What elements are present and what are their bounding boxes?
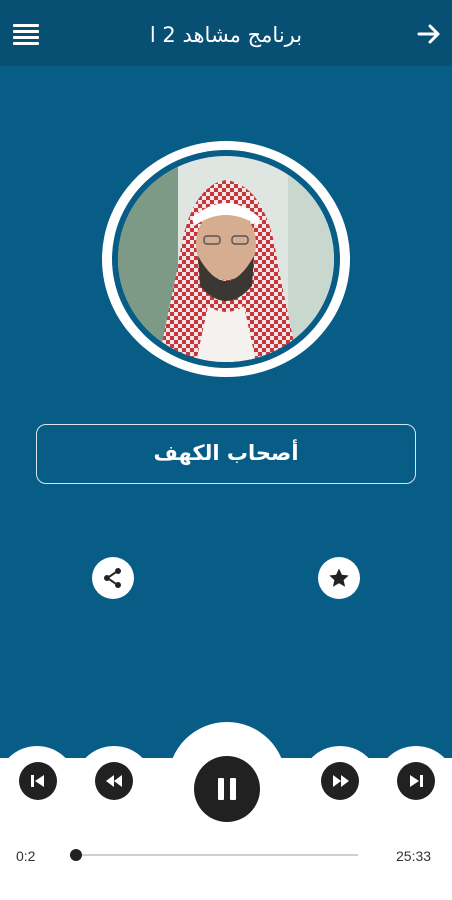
star-icon — [329, 568, 349, 587]
fast-forward-icon — [333, 775, 349, 787]
total-time: 25:33 — [396, 848, 432, 864]
share-button[interactable] — [92, 557, 134, 599]
skip-previous-icon — [31, 775, 44, 787]
skip-previous-button[interactable] — [19, 762, 57, 800]
current-time: 0:2 — [16, 848, 36, 864]
fast-forward-button[interactable] — [321, 762, 359, 800]
page-title: برنامج مشاهد 2 ا — [149, 23, 303, 47]
rewind-button[interactable] — [95, 762, 133, 800]
speaker-avatar — [102, 141, 350, 377]
favorite-button[interactable] — [318, 557, 360, 599]
app-bar: برنامج مشاهد 2 ا — [0, 0, 452, 66]
speaker-photo — [118, 156, 334, 362]
seek-bar[interactable] — [76, 854, 358, 856]
back-arrow-icon[interactable] — [416, 21, 442, 47]
pause-icon — [218, 778, 236, 800]
rewind-icon — [106, 775, 122, 787]
pause-button[interactable] — [194, 756, 260, 822]
skip-next-icon — [410, 775, 423, 787]
share-icon — [104, 568, 121, 588]
track-title: أصحاب الكهف — [36, 424, 416, 484]
skip-next-button[interactable] — [397, 762, 435, 800]
